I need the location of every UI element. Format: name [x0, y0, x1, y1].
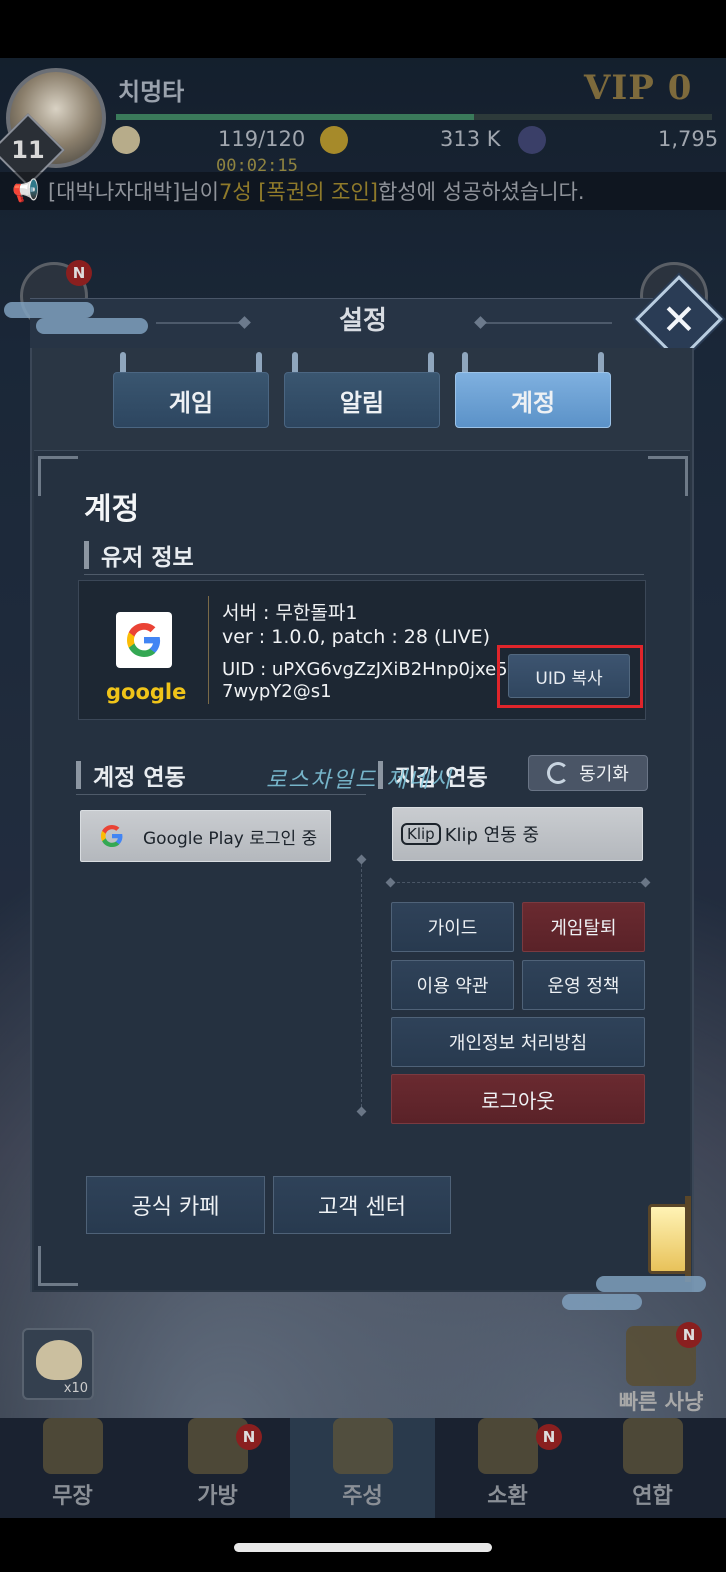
official-cafe-button[interactable]: 공식 카페 [86, 1176, 265, 1234]
klip-logo-icon: Klip [401, 823, 441, 845]
tab-notifications[interactable]: 알림 [284, 372, 440, 428]
withdraw-button[interactable]: 게임탈퇴 [522, 902, 645, 952]
account-link-heading: 계정 연동 [76, 758, 186, 792]
tab-game[interactable]: 게임 [113, 372, 269, 428]
google-play-login-button[interactable]: Google Play 로그인 중 [80, 810, 331, 862]
bottom-nav: 무장 가방 주성 소환 연합 [0, 1418, 726, 1518]
horizontal-divider [392, 882, 646, 883]
vip-label[interactable]: VIP 0 [584, 68, 692, 108]
nav-label: 연합 [632, 1484, 673, 1509]
gem-value: 1,795 [658, 127, 719, 151]
home-indicator[interactable] [234, 1543, 492, 1552]
google-g-icon [81, 823, 143, 849]
gold-value: 313 K [440, 127, 501, 151]
gem-icon [518, 126, 546, 154]
refresh-icon [547, 762, 570, 784]
close-icon: ✕ [661, 294, 697, 344]
klip-link-button[interactable]: Klip Klip 연동 중 [392, 807, 643, 861]
notice-suffix: 합성에 성공하셨습니다. [377, 180, 585, 204]
helmet-icon [42, 1418, 103, 1474]
info-divider [208, 596, 209, 704]
vertical-divider [361, 864, 362, 1112]
google-logo-icon [116, 612, 172, 668]
player-name: 치멍타 [118, 78, 185, 106]
nav-general[interactable]: 무장 [0, 1418, 145, 1518]
logout-button[interactable]: 로그아웃 [391, 1074, 645, 1124]
account-link-heading-text: 계정 연동 [93, 765, 186, 791]
highlight-annotation [497, 645, 643, 708]
guide-button[interactable]: 가이드 [391, 902, 514, 952]
level-text: 11 [11, 136, 45, 164]
heading-underline [84, 574, 644, 575]
provider-label: google [106, 680, 187, 704]
castle-icon [332, 1418, 393, 1474]
tab-account[interactable]: 계정 [455, 372, 611, 428]
privacy-policy-button[interactable]: 개인정보 처리방침 [391, 1017, 645, 1067]
corner-ornament [38, 1246, 78, 1286]
heading-bar [76, 761, 81, 789]
heading-bar [84, 541, 89, 569]
cloud-decoration [562, 1294, 642, 1310]
nav-summon-badge: N [536, 1424, 562, 1450]
gold-coin-icon [320, 126, 348, 154]
google-play-login-label: Google Play 로그인 중 [143, 828, 318, 849]
nav-label: 소환 [487, 1484, 528, 1509]
nav-label: 가방 [197, 1484, 238, 1509]
item-count: x10 [63, 1381, 88, 1396]
notification-badge: N [66, 260, 92, 286]
megaphone-icon: 📢 [12, 178, 40, 204]
nav-castle[interactable]: 주성 [290, 1418, 435, 1518]
customer-center-button[interactable]: 고객 센터 [273, 1176, 451, 1234]
uid-text-line2: 7wypY2@s1 [222, 681, 332, 702]
watermark-text: 로스차일드 제네시 [266, 768, 453, 793]
version-text: ver : 1.0.0, patch : 28 (LIVE) [222, 626, 491, 648]
stamina-value: 119/120 [218, 127, 306, 151]
section-title: 계정 [84, 492, 140, 527]
xp-bar [116, 114, 712, 120]
nav-label: 주성 [342, 1484, 383, 1509]
banner-icon [622, 1418, 683, 1474]
cloud-decoration [4, 302, 94, 318]
quick-hunt-badge: N [676, 1322, 702, 1348]
resource-row: 119/120 313 K 1,795 [106, 124, 718, 154]
server-text: 서버 : 무한돌파1 [222, 602, 358, 624]
uid-text-line1: UID : uPXG6vgZzJXiB2Hnp0jxe5 [222, 659, 508, 680]
sync-label: 동기화 [579, 764, 629, 785]
google-g-icon [127, 623, 161, 657]
item-slot[interactable]: x10 [22, 1328, 94, 1400]
user-info-heading: 유저 정보 [84, 538, 194, 572]
gate-icon [477, 1418, 538, 1474]
terms-button[interactable]: 이용 약관 [391, 960, 514, 1010]
cloud-decoration [36, 318, 148, 334]
lantern-icon [648, 1204, 688, 1274]
nav-alliance[interactable]: 연합 [580, 1418, 725, 1518]
account-panel [34, 450, 690, 1290]
notice-banner: 📢 [대박나자대박]님이 7성 [폭권의 조인] 합성에 성공하셨습니다. [0, 172, 726, 210]
nav-bag[interactable]: 가방 [145, 1418, 290, 1518]
user-info-heading-text: 유저 정보 [101, 545, 194, 571]
quick-hunt-label: 빠른 사냥 [618, 1390, 704, 1414]
klip-link-label: Klip 연동 중 [444, 825, 540, 846]
heading-underline [76, 794, 366, 795]
sync-button[interactable]: 동기화 [528, 755, 648, 791]
nav-label: 무장 [52, 1484, 93, 1509]
nav-bag-badge: N [236, 1424, 262, 1450]
cloud-decoration [596, 1276, 706, 1292]
bun-icon [112, 126, 140, 154]
notice-prefix: [대박나자대박]님이 [48, 180, 219, 204]
bag-icon [187, 1418, 248, 1474]
notice-highlight: 7성 [폭권의 조인] [218, 180, 378, 204]
corner-ornament [648, 456, 688, 496]
bun-icon [36, 1340, 82, 1380]
xp-bar-fill [116, 114, 474, 120]
policy-button[interactable]: 운영 정책 [522, 960, 645, 1010]
corner-ornament [38, 456, 78, 496]
